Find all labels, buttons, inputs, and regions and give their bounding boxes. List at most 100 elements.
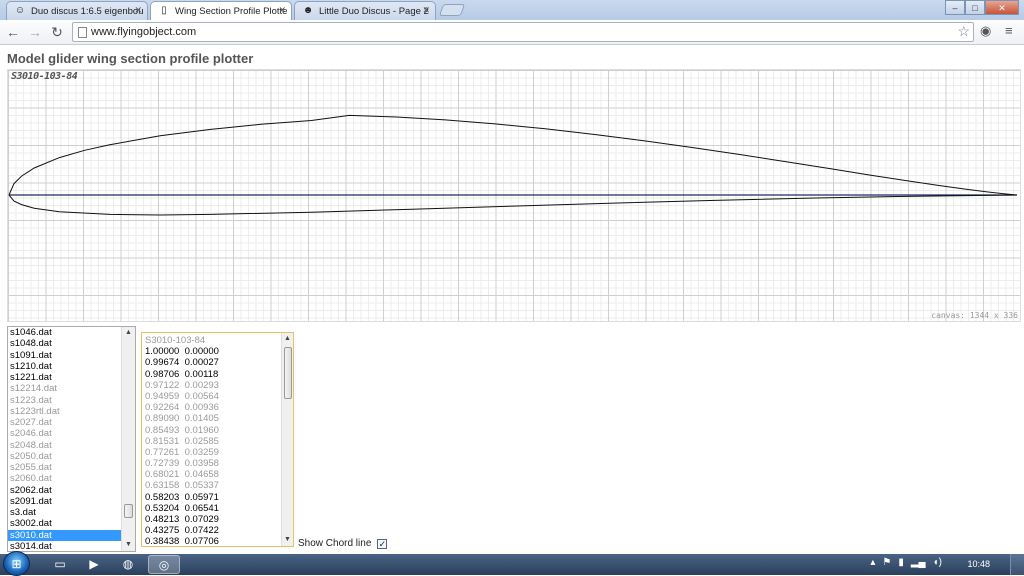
reload-icon[interactable]: ↻ [48,23,66,41]
dat-scrollbar[interactable]: ▲ ▼ [281,333,293,546]
close-window-button[interactable]: ✕ [985,0,1019,15]
explorer-icon[interactable]: ▭ [44,555,76,574]
forward-icon[interactable]: → [26,23,44,41]
dat-line: 0.72739 0.03958 [145,458,219,470]
dat-line: 0.92264 0.00936 [145,402,219,414]
file-list-items: s1046.dat s1048.dat s1091.dat s1210.dat s122… [8,327,123,551]
network-icon[interactable]: ▂▄ [911,557,926,568]
dat-line: 0.58203 0.05971 [145,491,219,503]
tab-little-duo-discus[interactable]: ☻ Little Duo Discus - Page 2 ✕ [294,1,436,20]
airfoil-file-list[interactable]: s1046.dat s1048.dat s1091.dat s1210.dat s122… [7,326,136,552]
tab-duo-discus[interactable]: ☺ Duo discus 1:6.5 eigenbou ✕ [6,1,148,20]
dat-line: 0.85493 0.01960 [145,424,219,436]
file-list-item[interactable]: s1223rtl.dat [8,406,123,417]
file-list-item[interactable]: s2060.dat [8,473,123,484]
file-list-item[interactable]: s2062.dat [8,485,123,496]
tab-title: Little Duo Discus - Page 2 [319,6,429,17]
tab-strip: ☺ Duo discus 1:6.5 eigenbou ✕ ▯ Wing Sec… [0,0,1024,21]
scroll-up-icon[interactable]: ▲ [282,333,293,345]
dat-file-lines: S3010-103-84 1.00000 0.00000 0.99674 0.00… [145,335,219,547]
scroll-down-icon[interactable]: ▼ [282,534,293,546]
tab-title: Wing Section Profile Plotte [175,6,288,17]
chrome-icon[interactable]: ◎ [148,555,180,574]
tab-wing-section[interactable]: ▯ Wing Section Profile Plotte ✕ [150,1,292,21]
close-tab-icon[interactable]: ✕ [422,5,430,16]
start-button[interactable]: ⊞ [3,551,30,576]
file-list-item[interactable]: s12214.dat [8,383,123,394]
file-list-item[interactable]: s1091.dat [8,350,123,361]
show-hidden-icons-icon[interactable]: ▴ [870,557,875,568]
file-list-item[interactable]: s2027.dat [8,417,123,428]
canvas-size-label: canvas: 1344 x 336 [931,311,1018,320]
menu-icon[interactable]: ≡ [1005,23,1013,38]
scroll-thumb[interactable] [284,347,292,399]
media-player-icon[interactable]: ▶ [78,555,110,574]
dat-line: 1.00000 0.00000 [145,346,219,358]
windows-taskbar: ⊞ ▭ ▶ ◍ ◎ ▴ ⚑ ▮ ▂▄ ◖) 10:48 [0,551,1024,576]
tab-title: Duo discus 1:6.5 eigenbou [31,6,144,17]
window-controls: – □ ✕ [945,0,1019,15]
dat-line: 0.81531 0.02585 [145,435,219,447]
eye-extension-icon[interactable]: ◉ [980,23,991,39]
scroll-thumb[interactable] [124,504,133,518]
lower-surface-line [8,194,1018,216]
show-desktop-button[interactable] [1010,554,1024,575]
file-list-item[interactable]: s2055.dat [8,462,123,473]
dat-line: 0.38438 0.07706 [145,536,219,547]
close-tab-icon[interactable]: ✕ [134,5,142,16]
show-chord-line-row: Show Chord line ✓ [298,538,388,549]
flag-icon[interactable]: ⚑ [882,557,891,568]
scroll-up-icon[interactable]: ▲ [122,327,135,339]
dat-line: 0.48213 0.07029 [145,514,219,525]
maximize-button[interactable]: □ [965,0,985,15]
file-list-item[interactable]: s2046.dat [8,428,123,439]
file-list-item[interactable]: s1210.dat [8,361,123,372]
dat-file-textarea[interactable]: S3010-103-84 1.00000 0.00000 0.99674 0.00… [141,332,294,547]
url-text: www.flyingobject.com [91,26,197,38]
profile-plot [8,114,1018,216]
upper-surface-line [8,114,1018,196]
file-list-item[interactable]: s3014.dat [8,541,123,551]
file-list-item[interactable]: s1223.dat [8,395,123,406]
dat-line: 0.98706 0.00118 [145,368,219,380]
show-chord-line-label: Show Chord line [298,538,372,549]
bookmark-star-icon[interactable]: ☆ [957,23,970,40]
file-list-scrollbar[interactable]: ▲ ▼ [121,327,135,551]
power-icon[interactable]: ▮ [898,557,904,568]
forum-icon: ☺ [14,5,26,16]
file-list-item[interactable]: s1048.dat [8,338,123,349]
firefox-icon[interactable]: ◍ [112,555,144,574]
file-list-item[interactable]: s2050.dat [8,451,123,462]
profile-canvas[interactable]: S3010-103-84 canvas: 1344 x 336 [7,69,1021,322]
dat-title-line: S3010-103-84 [145,335,206,346]
page-icon [78,27,87,38]
file-list-item[interactable]: s1221.dat [8,372,123,383]
file-list-item[interactable]: s3010.dat [8,529,123,541]
page-icon: ▯ [161,5,167,16]
dat-line: 0.77261 0.03259 [145,446,219,458]
new-tab-button[interactable] [438,4,466,16]
address-bar[interactable]: www.flyingobject.com ☆ [72,22,974,42]
minimize-button[interactable]: – [945,0,965,15]
forum-icon: ☻ [302,5,314,16]
browser-toolbar: ← → ↻ www.flyingobject.com ☆ ◉ ≡ [0,20,1024,45]
system-tray: ▴ ⚑ ▮ ▂▄ ◖) [870,557,942,568]
dat-line: 0.53204 0.06541 [145,502,219,514]
profile-name-label: S3010-103-84 [11,71,78,82]
file-list-item[interactable]: s3002.dat [8,518,123,529]
file-list-item[interactable]: s2091.dat [8,496,123,507]
file-list-item[interactable]: s3.dat [8,507,123,518]
dat-line: 0.43275 0.07422 [145,525,219,537]
back-icon[interactable]: ← [4,23,22,41]
dat-line: 0.97122 0.00293 [145,379,219,391]
scroll-down-icon[interactable]: ▼ [122,539,135,551]
show-chord-line-checkbox[interactable]: ✓ [377,538,388,549]
dat-line: 0.68021 0.04658 [145,469,219,481]
file-list-item[interactable]: s1046.dat [8,327,123,338]
clock[interactable]: 10:48 [967,559,990,569]
file-list-item[interactable]: s2048.dat [8,440,123,451]
dat-line: 0.99674 0.00027 [145,357,219,369]
volume-icon[interactable]: ◖) [933,557,942,568]
close-tab-icon[interactable]: ✕ [278,5,286,16]
page-title: Model glider wing section profile plotte… [7,51,254,66]
